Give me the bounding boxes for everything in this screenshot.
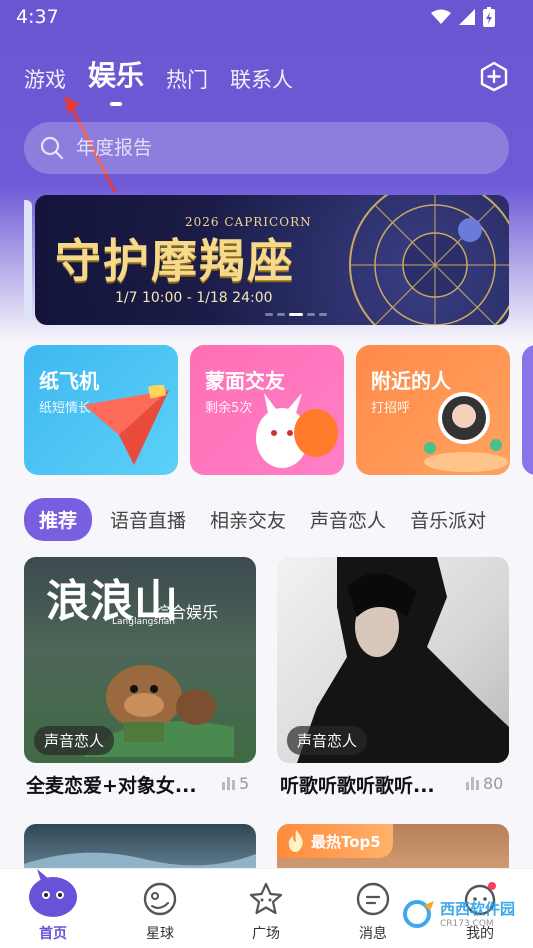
nav-label: 广场: [252, 926, 280, 942]
banner-title: 守护摩羯座: [55, 234, 295, 288]
room-title: 听歌听歌听歌听...: [280, 775, 435, 797]
room-count: 5: [222, 774, 249, 793]
status-time: 4:37: [16, 6, 59, 28]
card-subtitle: 打招呼: [371, 401, 411, 416]
banner-pager: [265, 313, 327, 316]
audience-bars-icon: [466, 777, 479, 790]
room-tag: 声音恋人: [34, 726, 115, 755]
cat-recommend[interactable]: 推荐: [24, 498, 93, 541]
cat-music-party[interactable]: 音乐派对: [410, 506, 486, 533]
mask-icon: [256, 393, 338, 468]
room-card[interactable]: 浪浪山 综合娱乐 Langlangshan 声音恋人: [24, 557, 256, 763]
room-count: 80: [466, 774, 503, 793]
watermark-logo-icon: [402, 899, 434, 928]
search-bar[interactable]: [24, 122, 509, 174]
watermark-text: 西西软件园: [439, 900, 515, 918]
card-title: 蒙面交友: [205, 369, 285, 393]
battery-icon: [483, 7, 495, 27]
pager-dot: [307, 313, 315, 316]
room-card[interactable]: 声音恋人: [277, 557, 509, 763]
pager-dot: [319, 313, 327, 316]
category-tabs: 推荐 语音直播 相亲交友 声音恋人 音乐派对: [24, 498, 510, 541]
add-room-icon[interactable]: [478, 60, 510, 92]
cover-en-text: Langlangshan: [112, 617, 175, 627]
flame-icon: [288, 830, 303, 852]
top5-label: 最热Top5: [311, 832, 381, 851]
nearby-avatar-icon: [424, 392, 508, 472]
wifi-icon: [431, 9, 451, 24]
tab-contacts[interactable]: 联系人: [230, 64, 293, 100]
zodiac-wheel-image: [349, 195, 509, 325]
pager-dot: [265, 313, 273, 316]
message-icon: [356, 882, 390, 916]
pager-dot: [277, 313, 285, 316]
card-subtitle: 剩余5次: [205, 401, 253, 416]
top5-tag: 最热Top5: [277, 824, 393, 858]
watermark: 西西软件园 CR173.COM: [402, 898, 515, 929]
room-tag: 声音恋人: [287, 726, 368, 755]
cat-voice-live[interactable]: 语音直播: [110, 506, 186, 533]
pager-dot-active: [289, 313, 303, 316]
signal-icon: [459, 9, 475, 25]
paper-plane-icon: [84, 385, 169, 465]
card-next-peek[interactable]: [522, 345, 533, 475]
banner-dates: 1/7 10:00 - 1/18 24:00: [115, 290, 273, 306]
room-count-value: 80: [483, 774, 504, 793]
planet-icon: [143, 882, 177, 916]
room-count-value: 5: [239, 774, 250, 793]
card-nearby[interactable]: 附近的人 打招呼: [356, 345, 510, 475]
cat-dating[interactable]: 相亲交友: [210, 506, 286, 533]
star-icon: [249, 882, 283, 915]
promo-banner[interactable]: 2026 CAPRICORN 守护摩羯座 1/7 10:00 - 1/18 24…: [35, 195, 509, 325]
nav-label: 星球: [146, 926, 174, 942]
card-paper-plane[interactable]: 纸飞机 纸短情长: [24, 345, 178, 475]
room-title: 全麦恋爱+对象女...: [26, 775, 197, 797]
tab-hot[interactable]: 热门: [166, 64, 208, 100]
search-icon: [40, 136, 64, 160]
watermark-subtext: CR173.COM: [439, 919, 494, 929]
nav-label: 首页: [39, 926, 67, 942]
card-masked-dating[interactable]: 蒙面交友 剩余5次: [190, 345, 344, 475]
cat-voice-lover[interactable]: 声音恋人: [310, 506, 386, 533]
status-bar: 4:37: [0, 0, 533, 36]
banner-prev-peek[interactable]: [24, 200, 32, 320]
search-input[interactable]: [76, 137, 476, 159]
audience-bars-icon: [222, 777, 235, 790]
home-mascot-icon: [29, 869, 77, 917]
status-icons: [431, 7, 495, 27]
